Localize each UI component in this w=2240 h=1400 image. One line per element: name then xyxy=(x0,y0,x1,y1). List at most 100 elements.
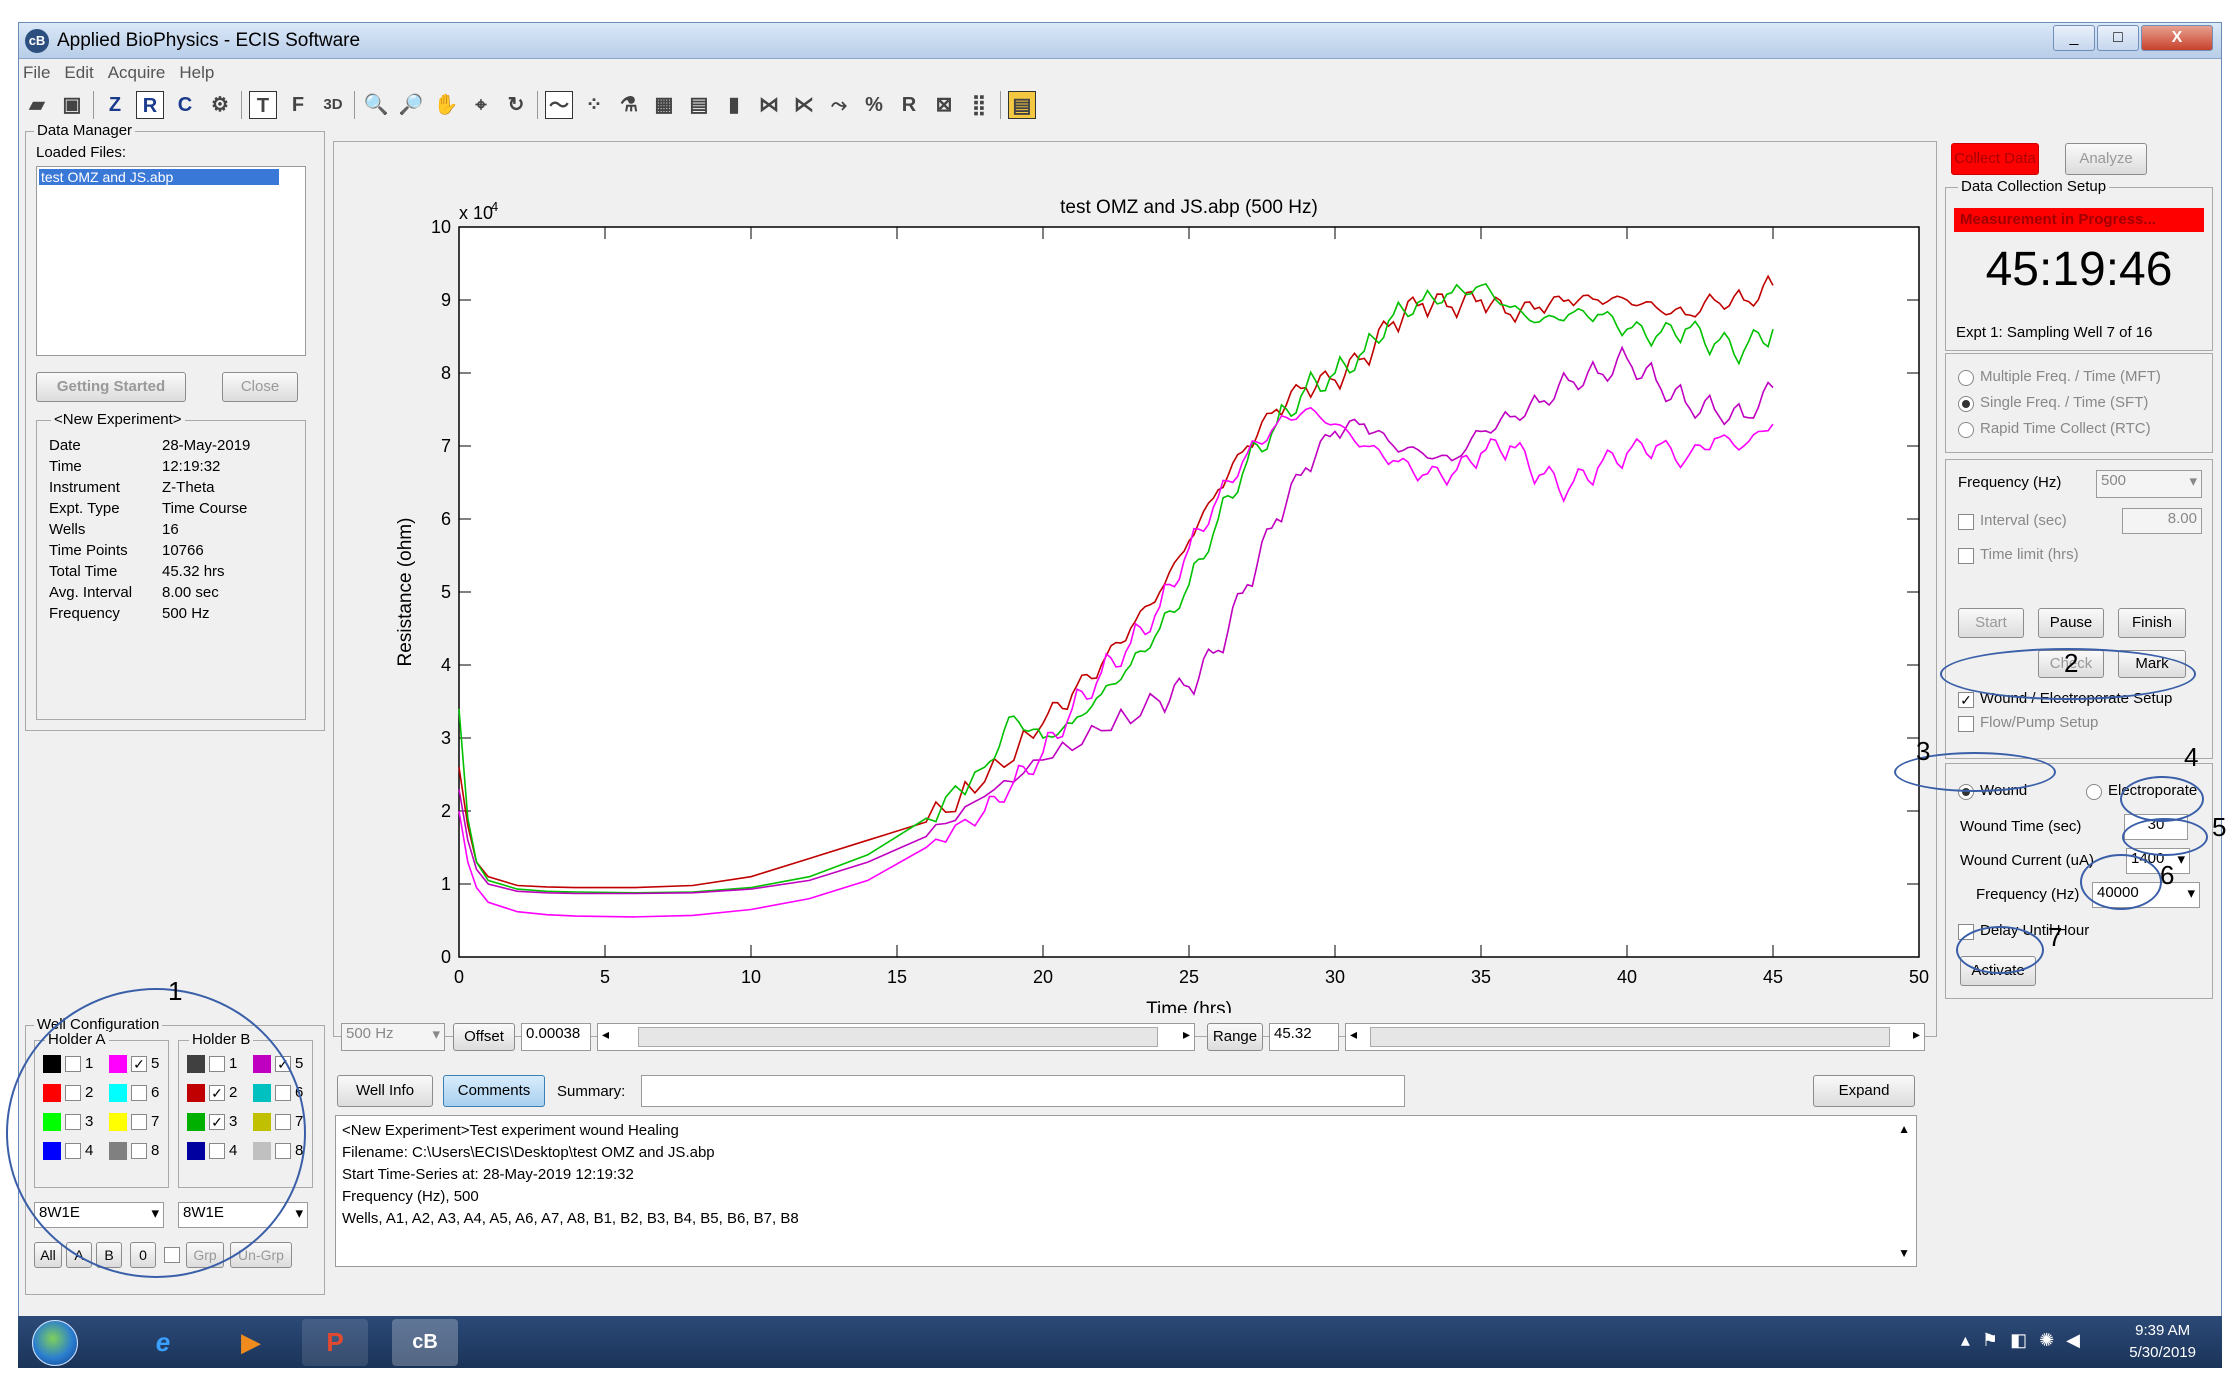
impedance-z-button[interactable]: Z xyxy=(101,91,129,119)
grid-icon[interactable]: ▦ xyxy=(650,91,678,119)
percent-icon[interactable]: % xyxy=(860,91,888,119)
mft-radio[interactable] xyxy=(1958,370,1974,386)
normalize-icon[interactable]: ⤳ xyxy=(825,91,853,119)
close-file-button[interactable]: Close xyxy=(222,372,298,402)
rotate-icon[interactable]: ↻ xyxy=(502,91,530,119)
time-t-button[interactable]: T xyxy=(249,91,277,119)
table-icon[interactable]: ▤ xyxy=(685,91,713,119)
chevron-down-icon: ▾ xyxy=(432,1026,440,1043)
menu-help[interactable]: Help xyxy=(179,63,214,83)
interval-checkbox[interactable] xyxy=(1958,514,1974,530)
offset-scroll-thumb[interactable] xyxy=(638,1027,1158,1047)
offset-field[interactable]: 0.00038 xyxy=(521,1023,591,1051)
capacitance-c-button[interactable]: C xyxy=(171,91,199,119)
getting-started-button[interactable]: Getting Started xyxy=(36,372,186,402)
plot-line-icon[interactable]: 〜 xyxy=(545,91,573,119)
time-limit-checkbox[interactable] xyxy=(1958,548,1974,564)
annotation-circle-4 xyxy=(2120,776,2204,822)
y-tick-label: 0 xyxy=(441,947,451,967)
scroll-right-icon[interactable]: ▸ xyxy=(1183,1026,1190,1043)
powerpoint-icon[interactable]: P xyxy=(302,1319,368,1366)
media-player-icon[interactable]: ▶ xyxy=(218,1319,284,1366)
resistance-r-button[interactable]: R xyxy=(136,91,164,119)
scroll-left-icon[interactable]: ◂ xyxy=(1350,1026,1357,1043)
zoom-out-icon[interactable]: 🔎 xyxy=(397,91,425,119)
interval-field[interactable]: 8.00 xyxy=(2122,508,2202,534)
select-all-button[interactable]: All xyxy=(34,1242,62,1268)
menu-file[interactable]: File xyxy=(23,63,50,83)
pause-button[interactable]: Pause xyxy=(2038,608,2104,638)
expand-button[interactable]: Expand xyxy=(1813,1075,1915,1107)
rtc-radio[interactable] xyxy=(1958,422,1974,438)
model-icon[interactable]: ⚙ xyxy=(206,91,234,119)
x-tick-label: 15 xyxy=(887,967,907,987)
frequency-select[interactable]: 500 ▾ xyxy=(2096,470,2202,498)
start-button[interactable] xyxy=(32,1320,78,1366)
clock[interactable]: 9:39 AM 5/30/2019 xyxy=(2129,1320,2196,1364)
annotation-number-4: 4 xyxy=(2184,742,2199,772)
group2-icon[interactable]: ⋉ xyxy=(790,91,818,119)
chevron-down-icon: ▾ xyxy=(2187,885,2195,902)
wound-current-label: Wound Current (uA) xyxy=(1960,852,2094,869)
wound-setup-checkbox[interactable]: ✓ xyxy=(1958,692,1974,708)
system-tray-icons[interactable]: ▴⚑◧✺◀ xyxy=(1961,1330,2092,1351)
scroll-left-icon[interactable]: ◂ xyxy=(602,1026,609,1043)
save-icon[interactable]: ▣ xyxy=(58,91,86,119)
close-window-button[interactable]: X xyxy=(2141,25,2213,51)
sft-radio[interactable] xyxy=(1958,396,1974,412)
start-button[interactable]: Start xyxy=(1958,608,2024,638)
internet-explorer-icon[interactable]: e xyxy=(130,1319,196,1366)
pan-hand-icon[interactable]: ✋ xyxy=(432,91,460,119)
range-field[interactable]: 45.32 xyxy=(1269,1023,1339,1051)
document-icon[interactable]: ▮ xyxy=(720,91,748,119)
offset-scrollbar[interactable]: ◂ ▸ xyxy=(597,1023,1195,1051)
menu-bar: File Edit Acquire Help xyxy=(19,60,214,86)
x-tick-label: 25 xyxy=(1179,967,1199,987)
menu-acquire[interactable]: Acquire xyxy=(108,63,166,83)
range-scrollbar[interactable]: ◂ ▸ xyxy=(1345,1023,1925,1051)
range-button[interactable]: Range xyxy=(1207,1023,1263,1051)
open-folder-icon[interactable]: ▰ xyxy=(23,91,51,119)
ecis-taskbar-icon[interactable]: cB xyxy=(392,1319,458,1366)
experiment-value: 500 Hz xyxy=(162,605,210,622)
well-info-button[interactable]: Well Info xyxy=(337,1075,433,1107)
fit-icon[interactable]: ⊠ xyxy=(930,91,958,119)
range-scroll-thumb[interactable] xyxy=(1370,1027,1890,1047)
zoom-in-icon[interactable]: 🔍 xyxy=(362,91,390,119)
scatter-icon[interactable]: ⁘ xyxy=(580,91,608,119)
wells-icon[interactable]: ⣿ xyxy=(965,91,993,119)
flask-icon[interactable]: ⚗ xyxy=(615,91,643,119)
flow-setup-checkbox[interactable] xyxy=(1958,716,1974,732)
scroll-down-icon[interactable]: ▼ xyxy=(1898,1242,1910,1264)
annotation-number-2: 2 xyxy=(2064,648,2079,678)
maximize-button[interactable]: □ xyxy=(2097,25,2139,51)
x-tick-label: 30 xyxy=(1325,967,1345,987)
group-icon[interactable]: ⋈ xyxy=(755,91,783,119)
plot-frequency-select[interactable]: 500 Hz ▾ xyxy=(341,1023,445,1051)
frequency-f-button[interactable]: F xyxy=(284,91,312,119)
annotation-circle-1 xyxy=(6,988,306,1278)
collect-data-tab[interactable]: Collect Data xyxy=(1951,143,2039,175)
experiment-row: Time Points 10766 xyxy=(37,540,250,561)
electroporate-radio[interactable] xyxy=(2086,784,2102,800)
scroll-up-icon[interactable]: ▲ xyxy=(1898,1118,1910,1140)
report-icon[interactable]: ▤ xyxy=(1008,91,1036,119)
file-item[interactable]: test OMZ and JS.abp xyxy=(39,169,279,185)
analyze-tab[interactable]: Analyze xyxy=(2065,143,2147,175)
data-cursor-icon[interactable]: ⌖ xyxy=(467,91,495,119)
annotation-circle-7 xyxy=(1956,926,2044,974)
menu-edit[interactable]: Edit xyxy=(64,63,93,83)
offset-button[interactable]: Offset xyxy=(453,1023,515,1051)
minimize-button[interactable]: _ xyxy=(2053,25,2095,51)
interval-label: Interval (sec) xyxy=(1980,512,2067,529)
loaded-files-list[interactable]: test OMZ and JS.abp xyxy=(36,166,306,356)
clock-time: 9:39 AM xyxy=(2135,1322,2191,1339)
comments-button[interactable]: Comments xyxy=(443,1075,545,1107)
scroll-right-icon[interactable]: ▸ xyxy=(1913,1026,1920,1043)
comments-text-area[interactable]: <New Experiment>Test experiment wound He… xyxy=(335,1115,1917,1267)
3d-button[interactable]: 3D xyxy=(319,91,347,119)
ratio-icon[interactable]: R xyxy=(895,91,923,119)
finish-button[interactable]: Finish xyxy=(2118,608,2186,638)
resistance-chart: 0 5 10 15 20 25 30 35 40 45 50012345678910test OMZ… xyxy=(395,197,1929,1013)
summary-input[interactable] xyxy=(641,1075,1405,1107)
